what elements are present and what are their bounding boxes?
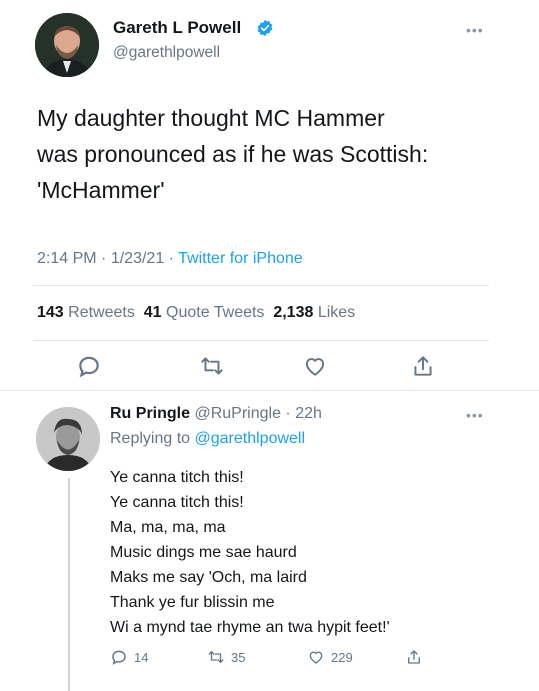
retweet-count: 35 [231, 649, 246, 665]
meta-separator: · [101, 250, 111, 267]
tweet-source[interactable]: Twitter for iPhone [178, 250, 303, 267]
reply-text-line: Ma, ma, ma, ma [110, 519, 226, 536]
reply-more-options-icon[interactable]: ••• [466, 408, 484, 422]
tweet-date[interactable]: 1/23/21 [111, 250, 164, 267]
reply-text-line: Ye canna titch this! [110, 494, 244, 511]
likes-stat[interactable]: 2,138 Likes [273, 304, 355, 321]
replying-to-label: Replying to [110, 430, 191, 447]
author-handle[interactable]: @garethlpowell [113, 44, 220, 62]
reply-like-button[interactable]: 229 [307, 648, 353, 666]
divider [33, 285, 489, 286]
reply-text-line: Wi a mynd tae rhyme an twa hypit feet!' [110, 619, 390, 636]
reply-age[interactable]: 22h [295, 405, 322, 422]
reply-retweet-button[interactable]: 35 [207, 648, 245, 666]
divider [0, 390, 539, 391]
retweets-count: 143 [37, 304, 64, 321]
like-button[interactable] [302, 353, 332, 383]
reply-author-avatar[interactable] [36, 407, 100, 471]
like-count: 229 [331, 649, 353, 665]
heart-icon [309, 651, 323, 664]
retweet-icon [201, 357, 223, 375]
divider [33, 340, 489, 341]
quotes-label: Quote Tweets [166, 304, 265, 321]
tweet-thread: Gareth L Powell @garethlpowell ••• My da… [0, 0, 539, 691]
tweet-text-line: My daughter thought MC Hammer [37, 105, 385, 131]
retweets-stat[interactable]: 143 Retweets [37, 304, 135, 321]
reply-author-handle[interactable]: @RuPringle [194, 405, 281, 422]
reply-icon [79, 356, 99, 378]
tweet-text-line: 'McHammer' [37, 177, 165, 203]
meta-separator: · [168, 250, 179, 267]
more-options-icon[interactable]: ••• [466, 23, 484, 37]
thread-line [68, 478, 70, 691]
reply-text: Ye canna titch this! Ye canna titch this… [110, 465, 390, 640]
quotes-count: 41 [143, 304, 162, 321]
retweet-button[interactable] [199, 353, 229, 383]
reply-author-name[interactable]: Ru Pringle [110, 405, 190, 422]
reply-text-line: Ye canna titch this! [110, 469, 244, 486]
reply-icon [112, 650, 126, 665]
tweet-text-line: was pronounced as if he was Scottish: [37, 141, 429, 167]
tweet-text: My daughter thought MC Hammer was pronou… [37, 100, 517, 208]
reply-text-line: Thank ye fur blissin me [110, 594, 275, 611]
likes-count: 2,138 [273, 304, 314, 321]
reply-share-button[interactable] [405, 648, 423, 666]
reply-text-line: Music dings me sae haurd [110, 544, 297, 561]
reply-button[interactable] [76, 353, 106, 383]
share-button[interactable] [410, 353, 440, 383]
share-icon [408, 650, 420, 664]
retweet-icon [208, 651, 224, 663]
tweet-meta: 2:14 PM · 1/23/21 · Twitter for iPhone [37, 250, 303, 268]
author-avatar[interactable] [35, 13, 99, 77]
tweet-time[interactable]: 2:14 PM [37, 250, 97, 267]
verified-badge-icon [256, 19, 274, 37]
reply-count: 14 [134, 649, 149, 665]
quotes-stat[interactable]: 41 Quote Tweets [144, 304, 265, 321]
retweets-label: Retweets [68, 304, 135, 321]
reply-text-line: Maks me say 'Och, ma laird [110, 569, 307, 586]
author-name[interactable]: Gareth L Powell [113, 18, 241, 38]
share-icon [414, 356, 432, 376]
likes-label: Likes [317, 304, 356, 321]
reply-reply-button[interactable]: 14 [110, 648, 148, 666]
reply-header: Ru Pringle @RuPringle · 22h [110, 405, 322, 423]
meta-separator: · [280, 405, 296, 422]
replying-to: Replying to @garethlpowell [110, 430, 305, 448]
heart-icon [305, 358, 325, 376]
tweet-stats: 143 Retweets 41 Quote Tweets 2,138 Likes [37, 304, 355, 322]
replying-to-handle[interactable]: @garethlpowell [195, 430, 306, 447]
